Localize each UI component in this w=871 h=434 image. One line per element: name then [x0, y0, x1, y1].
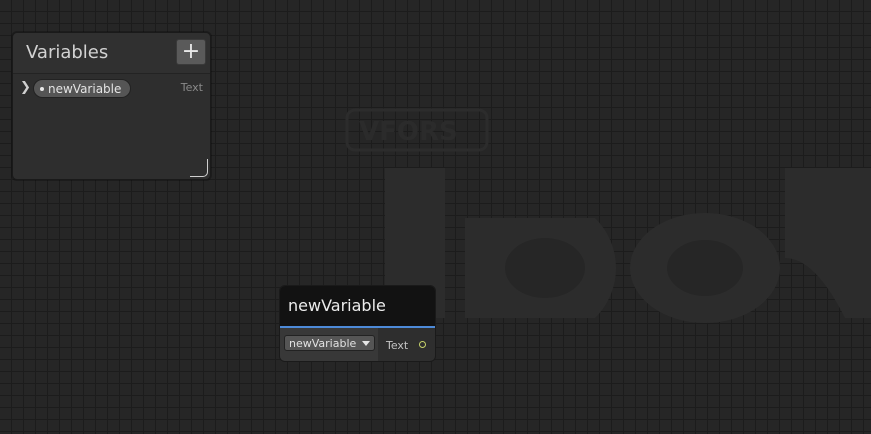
variable-row[interactable]: ❯ newVariable Text	[13, 78, 210, 100]
chevron-right-icon[interactable]: ❯	[20, 80, 31, 95]
add-variable-button[interactable]: +	[176, 39, 206, 65]
variable-node[interactable]: newVariable newVariable Text	[279, 285, 436, 362]
node-header[interactable]: newVariable	[280, 286, 435, 328]
variable-name: newVariable	[48, 82, 122, 96]
variable-dropdown-value: newVariable	[289, 337, 357, 350]
variable-type: Text	[180, 81, 203, 94]
watermark-label: VFORS	[359, 117, 458, 147]
output-port-label: Text	[386, 339, 409, 352]
plus-icon: +	[181, 39, 201, 64]
variable-dot-icon	[40, 87, 44, 91]
resize-handle[interactable]	[190, 159, 208, 177]
variable-dropdown[interactable]: newVariable	[284, 335, 376, 351]
node-body: newVariable Text	[280, 328, 435, 361]
variables-blackboard: Variables + ❯ newVariable Text	[12, 32, 211, 180]
node-title: newVariable	[288, 296, 386, 315]
output-port-icon[interactable]	[419, 341, 426, 348]
variable-pill[interactable]: newVariable	[33, 79, 132, 98]
blackboard-title: Variables	[26, 42, 109, 63]
node-input-area: newVariable	[280, 328, 378, 361]
caret-down-icon	[362, 341, 371, 346]
blackboard-header: Variables +	[13, 33, 210, 74]
